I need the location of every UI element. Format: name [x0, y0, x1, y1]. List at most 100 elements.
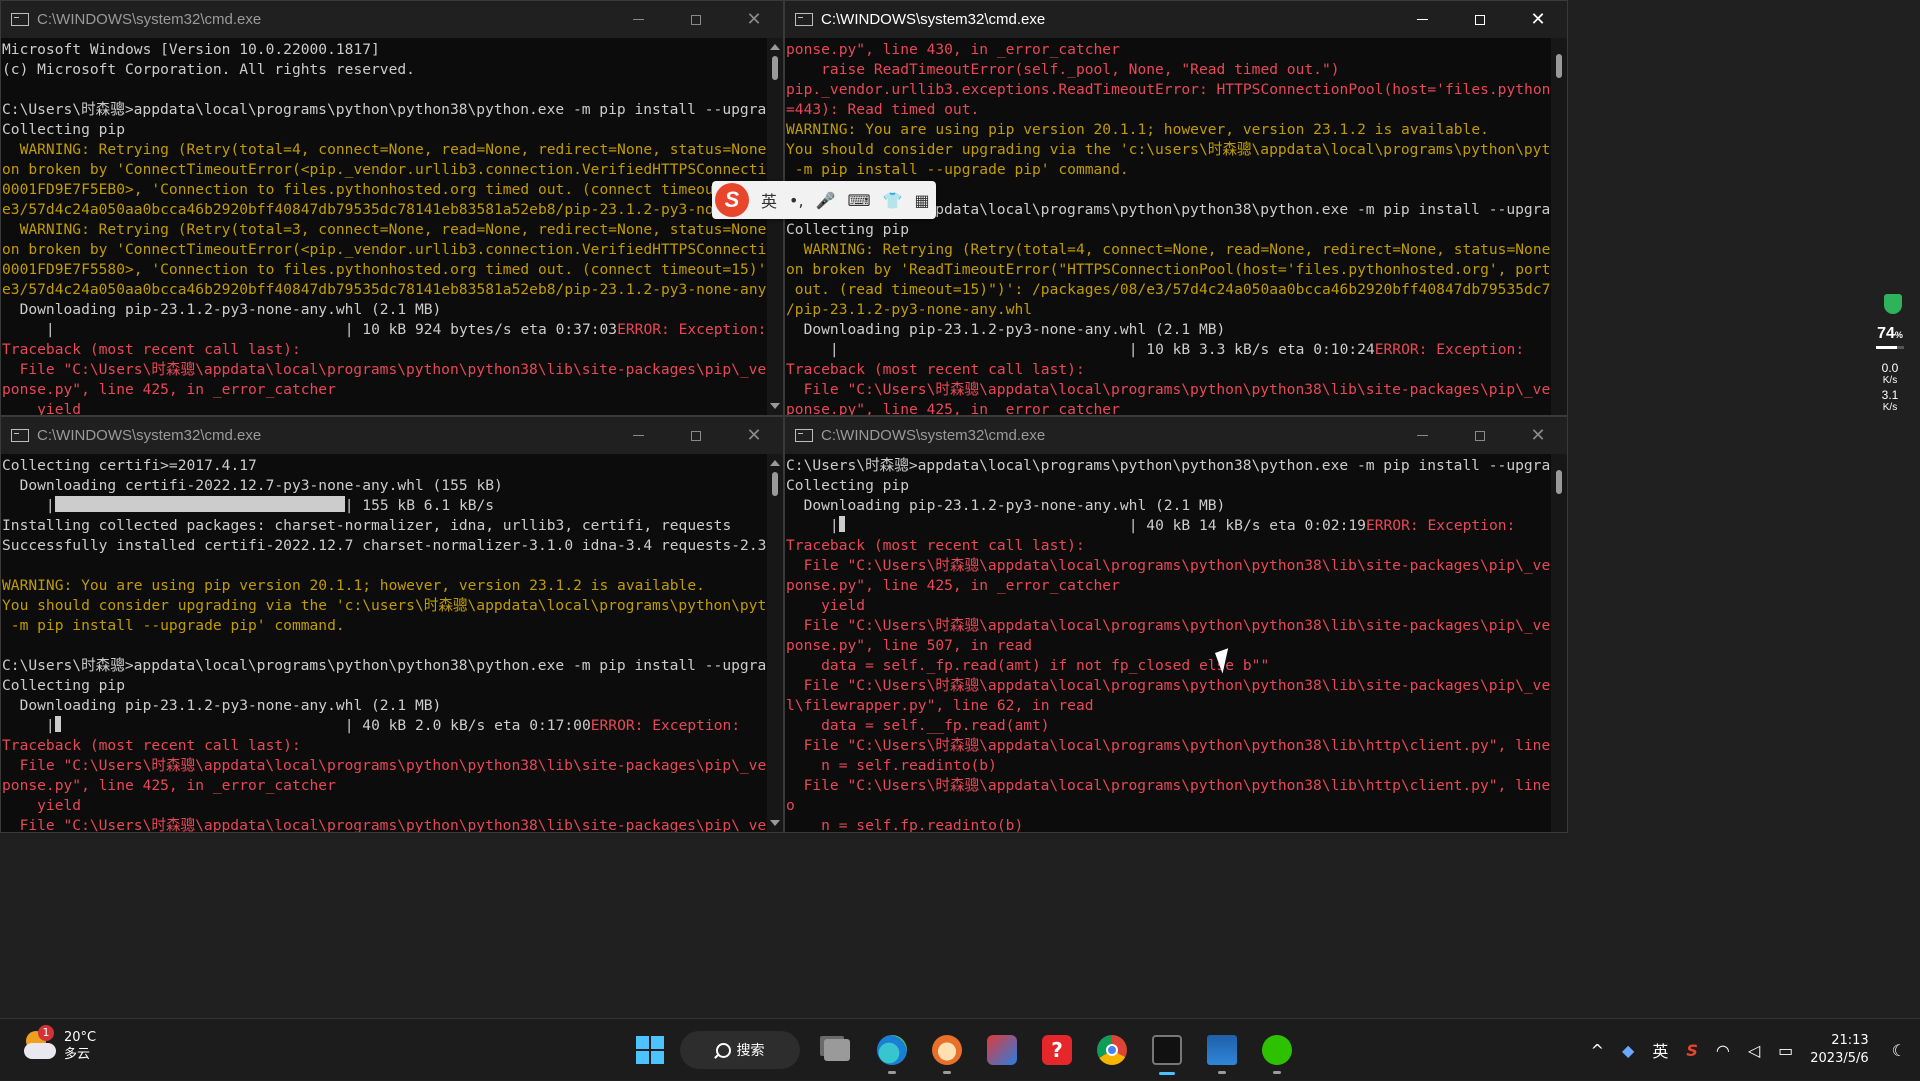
console-output[interactable]: C:\Users\时森骢>appdata\local\programs\pyth… [785, 454, 1551, 832]
cmd-window-bottom-left[interactable]: C:\WINDOWS\system32\cmd.exe ✕ Collecting… [0, 416, 784, 833]
console-text: ponse.py", line 425, in _error_catcher [2, 381, 336, 398]
console-line: Collecting pip [786, 220, 1551, 240]
sogou-tray-icon[interactable]: S [1686, 1041, 1698, 1060]
scroll-thumb[interactable] [1556, 470, 1562, 494]
console-line: on broken by 'ConnectTimeoutError(<pip._… [2, 240, 767, 260]
start-button[interactable] [625, 1023, 675, 1077]
scroll-thumb[interactable] [772, 472, 778, 496]
ime-toolbar[interactable]: S 英 •, 🎤 ⌨ 👕 ▦ [712, 181, 936, 219]
scroll-thumb[interactable] [772, 56, 778, 80]
console-text: /pip-23.1.2-py3-none-any.whl [786, 301, 1033, 318]
console-line: | | 10 kB 3.3 kB/s eta 0:10:24ERROR: Exce… [786, 340, 1551, 360]
download-progress-bar [54, 496, 345, 512]
console-line: WARNING: Retrying (Retry(total=4, connec… [786, 240, 1551, 260]
console-text: yield [786, 597, 866, 614]
taskbar-terminal[interactable] [1142, 1023, 1192, 1077]
console-output[interactable]: Microsoft Windows [Version 10.0.22000.18… [1, 38, 767, 415]
clock[interactable]: 21:13 2023/5/6 [1810, 1032, 1868, 1068]
taskbar-resource-monitor[interactable] [1197, 1023, 1247, 1077]
scrollbar[interactable] [1551, 38, 1567, 415]
console-line: data = self._fp.read(amt) if not fp_clos… [786, 656, 1551, 676]
console-text: ponse.py", line 425, in _error_catcher [2, 777, 336, 794]
download-progress-bar [54, 716, 345, 732]
maximize-button[interactable] [667, 417, 725, 454]
cmd-window-top-left[interactable]: C:\WINDOWS\system32\cmd.exe ✕ Microsoft … [0, 0, 784, 416]
maximize-button[interactable] [1451, 417, 1509, 454]
minimize-button[interactable] [609, 1, 667, 38]
scrollbar[interactable] [1551, 454, 1567, 832]
security-shield-icon[interactable] [1884, 294, 1902, 314]
close-button[interactable]: ✕ [725, 417, 783, 454]
upload-unit: K/s [1882, 375, 1898, 386]
console-line: C:\Users\时森骢>appdata\local\programs\pyth… [2, 656, 767, 676]
console-text: =443): Read timed out. [786, 101, 980, 118]
sogou-logo-icon[interactable]: S [715, 183, 749, 217]
network-monitor-widget[interactable]: 74% 0.0 K/s 3.1 K/s [1872, 325, 1908, 413]
tray-overflow-chevron-icon[interactable]: ^ [1591, 1041, 1604, 1060]
console-output[interactable]: Collecting certifi>=2017.4.17 Downloadin… [1, 454, 767, 832]
console-text: ponse.py", line 425, in _error_catcher [786, 577, 1120, 594]
scroll-up-icon[interactable] [770, 44, 780, 50]
minimize-button[interactable] [1393, 1, 1451, 38]
close-button[interactable]: ✕ [1509, 417, 1567, 454]
game-app-icon [987, 1035, 1017, 1065]
console-line: ponse.py", line 425, in _error_catcher [786, 400, 1551, 415]
cmd-window-bottom-right[interactable]: C:\WINDOWS\system32\cmd.exe ✕ C:\Users\时… [784, 416, 1568, 833]
task-view-button[interactable] [812, 1023, 862, 1077]
upload-speed: 0.0 [1881, 361, 1899, 375]
minimize-button[interactable] [1393, 417, 1451, 454]
scroll-down-icon[interactable] [770, 403, 780, 409]
ime-keyboard-icon[interactable]: ⌨ [847, 191, 870, 210]
wifi-icon[interactable]: ◠ [1716, 1041, 1730, 1060]
system-tray[interactable]: ^ ◆ 英 S ◠ ◁ ▭ 21:13 2023/5/6 ☾ [1582, 1019, 1920, 1081]
ime-language-toggle[interactable]: 英 [761, 188, 777, 212]
defender-shield-icon[interactable]: ◆ [1622, 1041, 1634, 1060]
taskbar-chrome[interactable] [1087, 1023, 1137, 1077]
close-button[interactable]: ✕ [1509, 1, 1567, 38]
taskbar-help-app[interactable]: ? [1032, 1023, 1082, 1077]
taskbar-app-face[interactable] [922, 1023, 972, 1077]
title-bar[interactable]: C:\WINDOWS\system32\cmd.exe ✕ [1, 1, 783, 38]
title-bar[interactable]: C:\WINDOWS\system32\cmd.exe ✕ [785, 1, 1567, 38]
scrollbar[interactable] [767, 38, 783, 415]
console-text: out. (read timeout=15)")': /packages/08/… [794, 281, 1551, 298]
clock-time: 21:13 [1831, 1033, 1869, 1048]
console-line: WARNING: Retrying (Retry(total=3, connec… [2, 220, 767, 240]
ime-voice-icon[interactable]: 🎤 [816, 191, 836, 210]
console-line: WARNING: Retrying (Retry(total=4, connec… [2, 140, 767, 160]
cmd-icon [795, 13, 813, 26]
volume-icon[interactable]: ◁ [1748, 1041, 1760, 1060]
console-text: (c) Microsoft Corporation. All rights re… [2, 61, 415, 78]
scroll-up-icon[interactable] [770, 460, 780, 466]
console-text: 0001FD9E7F5EB0>, 'Connection to files.py… [2, 181, 767, 198]
ime-punctuation-toggle[interactable]: •, [789, 191, 804, 210]
taskbar[interactable]: 1 20°C 多云 搜索 ? ^ ◆ 英 S ◠ ◁ ▭ 21:13 2023/… [0, 1018, 1920, 1080]
maximize-button[interactable] [1451, 1, 1509, 38]
close-button[interactable]: ✕ [725, 1, 783, 38]
scroll-thumb[interactable] [1556, 54, 1562, 78]
scrollbar[interactable] [767, 454, 783, 832]
console-line: 0001FD9E7F5580>, 'Connection to files.py… [2, 260, 767, 280]
weather-cloud-icon: 1 [22, 1025, 56, 1063]
console-line: File "C:\Users\时森骢\appdata\local\program… [2, 816, 767, 832]
download-speed: 3.1 [1881, 388, 1899, 402]
battery-icon[interactable]: ▭ [1778, 1041, 1793, 1060]
scroll-down-icon[interactable] [770, 820, 780, 826]
progress-fill [54, 716, 61, 732]
ime-skin-icon[interactable]: 👕 [883, 191, 903, 210]
taskbar-wechat[interactable] [1252, 1023, 1302, 1077]
notification-moon-icon[interactable]: ☾ [1892, 1041, 1906, 1060]
weather-widget[interactable]: 1 20°C 多云 [22, 1025, 96, 1063]
minimize-button[interactable] [609, 417, 667, 454]
ime-toolbox-icon[interactable]: ▦ [914, 191, 929, 210]
console-output[interactable]: ponse.py", line 430, in _error_catcher r… [785, 38, 1551, 415]
taskbar-game-app[interactable] [977, 1023, 1027, 1077]
search-button[interactable]: 搜索 [680, 1031, 800, 1069]
title-bar[interactable]: C:\WINDOWS\system32\cmd.exe ✕ [1, 417, 783, 454]
taskbar-edge[interactable] [867, 1023, 917, 1077]
input-language-indicator[interactable]: 英 [1652, 1038, 1668, 1062]
maximize-button[interactable] [667, 1, 725, 38]
cmd-icon [11, 429, 29, 442]
title-bar[interactable]: C:\WINDOWS\system32\cmd.exe ✕ [785, 417, 1567, 454]
